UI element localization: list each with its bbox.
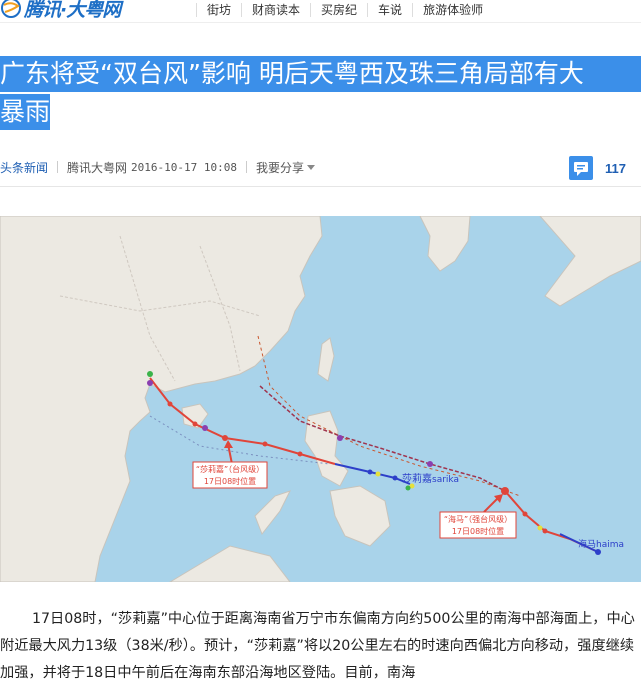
globe-icon (1, 0, 21, 18)
source-tag-link[interactable]: 头条新闻 (0, 159, 48, 176)
publish-datetime: 2016-10-17 10:08 (131, 160, 237, 174)
article-body: 17日08时，“莎莉嘉”中心位于距离海南省万宁市东偏南方向约500公里的南海中部… (0, 606, 641, 687)
share-dropdown[interactable]: 我要分享 (256, 159, 316, 176)
nav-links: 街坊 财商读本 买房纪 车说 旅游体验师 (196, 0, 493, 20)
comments-button[interactable]: 117 (569, 156, 626, 180)
site-logo[interactable]: 腾讯·大粤网 (0, 0, 121, 21)
haima-label: 海马haima (578, 538, 624, 550)
meta-divider-line (0, 186, 641, 187)
article-paragraph: 17日08时，“莎莉嘉”中心位于距离海南省万宁市东偏南方向约500公里的南海中部… (0, 611, 635, 681)
haima-callout-line1: “海马”（强台风级） (444, 514, 512, 524)
chevron-down-icon (307, 164, 316, 170)
comment-icon (569, 156, 593, 180)
logo-text: 腾讯·大粤网 (24, 0, 121, 21)
sarika-label-cn: 莎莉嘉 (402, 472, 432, 485)
nav-item-lvyou[interactable]: 旅游体验师 (412, 3, 493, 17)
meta-divider (57, 161, 59, 173)
nav-divider (0, 22, 641, 23)
sarika-callout-line1: “莎莉嘉”（台风级） (196, 464, 264, 474)
article-meta: 头条新闻 腾讯大粤网 2016-10-17 10:08 我要分享 (0, 158, 316, 176)
haima-callout-line2: 17日08时位置 (452, 526, 504, 536)
article-title: 广东将受“双台风”影响 明后天粤西及珠三角局部有大 暴雨 (0, 56, 641, 130)
typhoon-track-map: 莎莉嘉 sarika 海马haima “莎莉嘉”（台风级） 17日08时位置 “… (0, 216, 641, 582)
publisher: 腾讯大粤网 (67, 160, 128, 175)
sarika-label-en: sarika (432, 475, 459, 485)
share-label: 我要分享 (256, 160, 305, 175)
meta-divider (246, 161, 247, 173)
comment-count: 117 (605, 160, 626, 176)
article-title-line2: 暴雨 (0, 94, 51, 130)
top-nav: 腾讯·大粤网 街坊 财商读本 买房纪 车说 旅游体验师 (0, 0, 641, 22)
nav-item-jiefang[interactable]: 街坊 (196, 3, 241, 17)
nav-item-cheshuo[interactable]: 车说 (367, 3, 412, 17)
nav-item-caishang[interactable]: 财商读本 (241, 3, 310, 17)
map-svg: 莎莉嘉 sarika 海马haima “莎莉嘉”（台风级） 17日08时位置 “… (0, 216, 641, 582)
sarika-callout-line2: 17日08时位置 (204, 476, 256, 486)
article-title-line1: 广东将受“双台风”影响 明后天粤西及珠三角局部有大 (0, 56, 641, 92)
nav-item-maifang[interactable]: 买房纪 (310, 3, 367, 17)
